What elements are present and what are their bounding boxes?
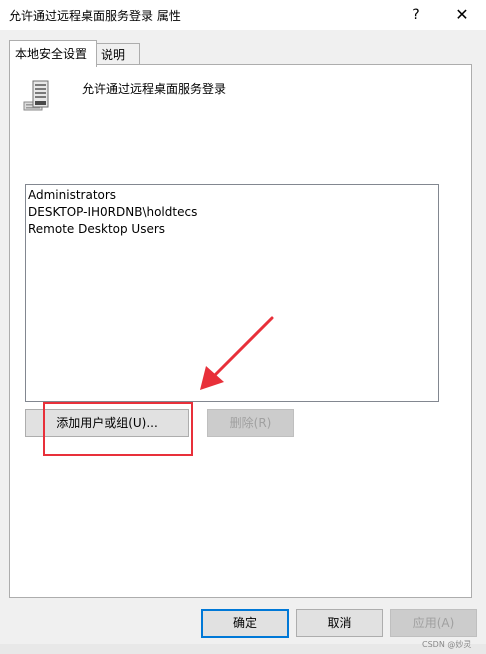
- close-button[interactable]: ✕: [444, 0, 480, 30]
- list-item[interactable]: Remote Desktop Users: [28, 222, 165, 236]
- watermark: CSDN @妙灵: [422, 640, 472, 649]
- tab-explain[interactable]: 说明: [95, 43, 140, 66]
- apply-button[interactable]: 应用(A): [390, 609, 477, 637]
- policy-name: 允许通过远程桌面服务登录: [82, 82, 227, 96]
- ok-button[interactable]: 确定: [201, 609, 289, 638]
- background-strip: [0, 644, 486, 654]
- tab-local-security-setting[interactable]: 本地安全设置: [9, 40, 97, 67]
- title-bar: 允许通过远程桌面服务登录 属性 ? ✕: [0, 0, 486, 30]
- tab-label: 本地安全设置: [15, 47, 88, 61]
- server-policy-icon: [23, 80, 49, 111]
- remove-button[interactable]: 删除(R): [207, 409, 294, 437]
- tab-label: 说明: [101, 48, 126, 62]
- help-button[interactable]: ?: [398, 0, 434, 30]
- window-title: 允许通过远程桌面服务登录 属性: [9, 9, 181, 23]
- annotation-highlight-box: [43, 402, 193, 456]
- cancel-button[interactable]: 取消: [296, 609, 383, 637]
- list-item[interactable]: DESKTOP-IH0RDNB\holdtecs: [28, 205, 197, 219]
- list-item[interactable]: Administrators: [28, 188, 116, 202]
- annotation-arrow: [200, 316, 274, 390]
